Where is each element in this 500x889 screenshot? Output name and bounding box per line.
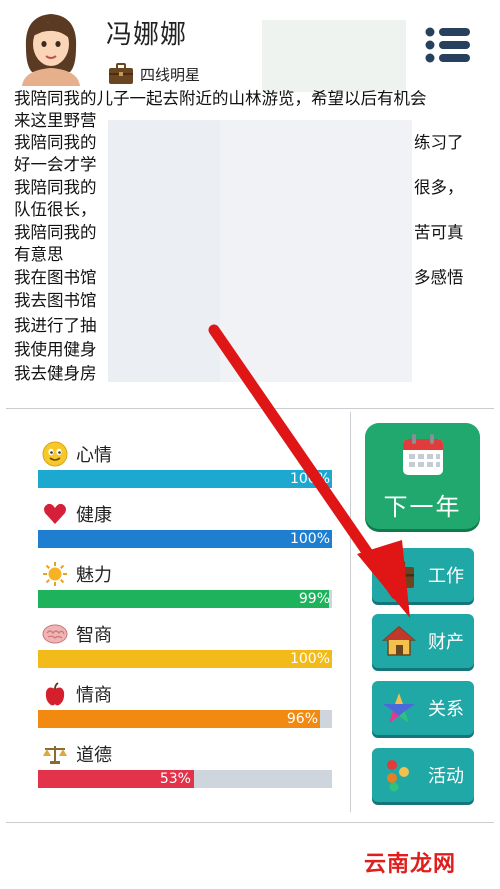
stat-label: 心情 bbox=[76, 445, 112, 466]
menu-icon[interactable] bbox=[424, 26, 472, 64]
scales-icon bbox=[43, 746, 67, 764]
stat-label: 情商 bbox=[76, 685, 112, 706]
relations-button[interactable]: 关系 bbox=[372, 681, 474, 735]
calendar-icon bbox=[403, 434, 443, 475]
stat-iq: 智商 100% bbox=[38, 620, 332, 680]
star-icon bbox=[383, 693, 415, 723]
log-line: 队伍很长， bbox=[14, 200, 97, 219]
stat-percent: 100% bbox=[289, 651, 330, 667]
stat-percent: 100% bbox=[289, 471, 330, 487]
activities-label: 活动 bbox=[428, 766, 464, 787]
log-line: 很多， bbox=[414, 178, 464, 197]
log-line: 好一会才学 bbox=[14, 155, 97, 174]
progress-bar: 96% bbox=[38, 710, 332, 728]
log-line: 我使用健身 bbox=[14, 340, 97, 359]
header: 冯娜娜 四线明星 bbox=[0, 0, 500, 92]
stat-eq: 情商 96% bbox=[38, 680, 332, 740]
progress-bar: 100% bbox=[38, 650, 332, 668]
log-line: 我陪同我的 bbox=[14, 178, 97, 197]
next-year-label: 下一年 bbox=[383, 493, 462, 521]
log-line: 我进行了抽 bbox=[14, 316, 97, 335]
activities-button[interactable]: 活动 bbox=[372, 748, 474, 802]
relations-label: 关系 bbox=[428, 699, 464, 720]
progress-bar: 53% bbox=[38, 770, 332, 788]
wealth-button[interactable]: 财产 bbox=[372, 614, 474, 668]
dots-icon bbox=[387, 760, 409, 792]
progress-fill bbox=[38, 530, 332, 548]
house-icon bbox=[382, 626, 416, 656]
log-line: 我陪同我的儿子一起去附近的山林游览，希望以后有机会 bbox=[14, 89, 427, 108]
progress-fill bbox=[38, 590, 330, 608]
watermark: 云南龙网 bbox=[364, 852, 457, 877]
log-line: 我陪同我的 bbox=[14, 133, 97, 152]
next-year-button[interactable]: 下一年 bbox=[365, 423, 480, 529]
rank-badge: 四线明星 bbox=[108, 60, 200, 88]
player-name: 冯娜娜 bbox=[106, 20, 188, 50]
avatar[interactable] bbox=[18, 6, 84, 86]
log-line: 苦可真 bbox=[414, 223, 464, 242]
stat-charm: 魅力 99% bbox=[38, 560, 332, 620]
stat-mood: 心情 100% bbox=[38, 440, 332, 500]
wealth-label: 财产 bbox=[428, 632, 464, 653]
work-label: 工作 bbox=[428, 566, 464, 587]
stat-label: 道德 bbox=[76, 745, 112, 766]
stat-label: 健康 bbox=[76, 505, 112, 526]
stat-label: 智商 bbox=[76, 625, 112, 646]
stat-percent: 100% bbox=[289, 531, 330, 547]
stat-percent: 99% bbox=[298, 591, 330, 607]
progress-fill bbox=[38, 470, 332, 488]
stat-morality: 道德 53% bbox=[38, 740, 332, 800]
sun-icon bbox=[43, 562, 67, 586]
progress-bar: 99% bbox=[38, 590, 332, 608]
briefcase-icon bbox=[109, 63, 133, 84]
log-line: 我去健身房 bbox=[14, 364, 97, 383]
divider bbox=[6, 408, 494, 409]
log-line: 我在图书馆 bbox=[14, 268, 97, 287]
rank-label: 四线明星 bbox=[140, 65, 201, 84]
stat-percent: 53% bbox=[159, 771, 191, 787]
progress-bar: 100% bbox=[38, 470, 332, 488]
stat-health: 健康 100% bbox=[38, 500, 332, 560]
blurred-region bbox=[262, 20, 406, 92]
progress-fill bbox=[38, 710, 321, 728]
progress-bar: 100% bbox=[38, 530, 332, 548]
smiley-icon bbox=[42, 441, 68, 467]
divider bbox=[350, 412, 351, 812]
progress-fill bbox=[38, 650, 332, 668]
log-line: 我陪同我的 bbox=[14, 223, 97, 242]
blurred-region bbox=[220, 120, 412, 382]
work-button[interactable]: 工作 bbox=[372, 548, 474, 602]
log-line: 练习了 bbox=[414, 133, 464, 152]
briefcase-icon bbox=[384, 560, 414, 588]
log-line: 来这里野营 bbox=[14, 111, 97, 130]
heart-icon bbox=[44, 503, 66, 524]
stat-percent: 96% bbox=[286, 711, 318, 727]
stat-label: 魅力 bbox=[76, 565, 112, 586]
log-line: 我去图书馆 bbox=[14, 291, 97, 310]
log-line: 多感悟 bbox=[414, 268, 464, 287]
brain-icon bbox=[42, 624, 68, 644]
apple-icon bbox=[45, 682, 65, 706]
log-line: 有意思 bbox=[14, 245, 64, 264]
divider bbox=[6, 822, 494, 823]
